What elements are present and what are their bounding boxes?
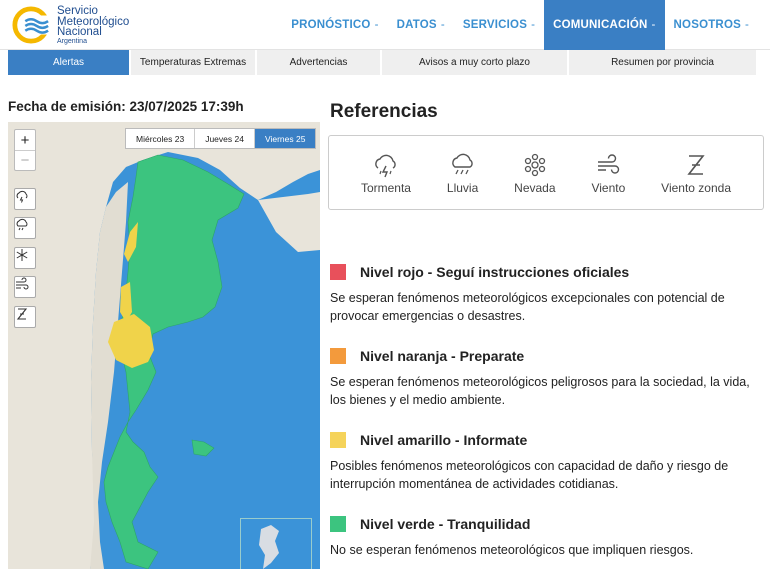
section-tabs: Alertas Temperaturas Extremas Advertenci… bbox=[8, 50, 756, 75]
red-swatch bbox=[330, 264, 346, 280]
uruguay-brazil-land bbox=[258, 192, 320, 252]
reference-label: Tormenta bbox=[360, 181, 411, 195]
nav-label: DATOS bbox=[396, 19, 437, 31]
references-title: Referencias bbox=[330, 101, 438, 122]
nav-label: SERVICIOS bbox=[462, 19, 528, 31]
wind-icon bbox=[16, 277, 29, 290]
layer-snow-button[interactable] bbox=[14, 247, 36, 269]
nav-nosotros[interactable]: NOSOTROS - bbox=[665, 0, 758, 50]
storm-icon bbox=[16, 190, 28, 203]
zoom-in-button[interactable]: + bbox=[15, 130, 35, 150]
level-title: Nivel verde - Tranquilidad bbox=[360, 516, 531, 532]
level-description: Se esperan fenómenos meteorológicos peli… bbox=[330, 375, 750, 407]
level-header: Nivel amarillo - Informate bbox=[330, 432, 760, 448]
reference-label: Lluvia bbox=[446, 181, 479, 195]
map-canvas[interactable] bbox=[8, 122, 320, 569]
level-amarillo: Nivel amarillo - Informate Posibles fenó… bbox=[330, 432, 760, 493]
rain-icon bbox=[16, 218, 28, 231]
nav-label: NOSOTROS bbox=[673, 19, 741, 31]
smn-logo-icon bbox=[12, 6, 50, 44]
zoom-control: + − bbox=[14, 129, 36, 171]
reference-tormenta: Tormenta bbox=[361, 136, 411, 209]
layer-rain-button[interactable] bbox=[14, 217, 36, 239]
zonda-wind-icon bbox=[687, 155, 705, 175]
level-rojo: Nivel rojo - Seguí instrucciones oficial… bbox=[330, 264, 760, 325]
logo-line-1: Servicio bbox=[57, 5, 98, 17]
antarctica-inset-map bbox=[241, 519, 311, 569]
level-description: Posibles fenómenos meteorológicos con ca… bbox=[330, 459, 729, 491]
level-verde: Nivel verde - Tranquilidad No se esperan… bbox=[330, 516, 760, 559]
storm-icon bbox=[375, 154, 396, 178]
logo-line-3: Nacional bbox=[57, 26, 102, 38]
reference-viento-zonda: Viento zonda bbox=[661, 136, 731, 209]
tab-resumen-provincia[interactable]: Resumen por provincia bbox=[569, 50, 756, 75]
smn-logo[interactable]: Servicio Meteorológico Nacional Argentin… bbox=[10, 4, 140, 46]
level-header: Nivel rojo - Seguí instrucciones oficial… bbox=[330, 264, 760, 280]
level-description: Se esperan fenómenos meteorológicos exce… bbox=[330, 291, 725, 323]
alert-map[interactable]: + − Miércoles 23 Jueves 24 Viernes 25 bbox=[8, 122, 320, 569]
level-naranja: Nivel naranja - Preparate Se esperan fen… bbox=[330, 348, 760, 409]
tab-temperaturas-extremas[interactable]: Temperaturas Extremas bbox=[131, 50, 257, 75]
tab-advertencias[interactable]: Advertencias bbox=[257, 50, 382, 75]
snow-icon bbox=[524, 153, 545, 177]
day-selector: Miércoles 23 Jueves 24 Viernes 25 bbox=[125, 128, 317, 149]
reference-label: Viento bbox=[591, 181, 626, 195]
rain-icon bbox=[451, 153, 473, 175]
nav-label: PRONÓSTICO bbox=[291, 19, 371, 31]
reference-nevada: Nevada bbox=[514, 136, 556, 209]
tab-avisos-corto-plazo[interactable]: Avisos a muy corto plazo bbox=[382, 50, 569, 75]
day-tab-miercoles[interactable]: Miércoles 23 bbox=[126, 129, 196, 148]
main-nav: PRONÓSTICO - DATOS - SERVICIOS - COMUNICACI… bbox=[282, 0, 758, 50]
day-tab-viernes[interactable]: Viernes 25 bbox=[254, 129, 316, 148]
logo-text: Servicio Meteorológico Nacional Argentin… bbox=[57, 6, 129, 46]
nav-caret: - bbox=[374, 19, 379, 31]
nav-label: COMUNICACIÓN bbox=[553, 19, 648, 31]
nav-pronostico[interactable]: PRONÓSTICO - bbox=[282, 0, 387, 50]
nav-comunicacion[interactable]: COMUNICACIÓN - bbox=[544, 0, 665, 50]
level-header: Nivel naranja - Preparate bbox=[330, 348, 760, 364]
wind-icon bbox=[598, 154, 620, 174]
reference-lluvia: Lluvia bbox=[447, 136, 478, 209]
zoom-out-button[interactable]: − bbox=[15, 150, 35, 170]
day-tab-jueves[interactable]: Jueves 24 bbox=[195, 129, 255, 148]
green-swatch bbox=[330, 516, 346, 532]
level-description: No se esperan fenómenos meteorológicos q… bbox=[330, 543, 694, 557]
nav-caret: - bbox=[651, 19, 656, 31]
level-title: Nivel amarillo - Informate bbox=[360, 432, 528, 448]
orange-swatch bbox=[330, 348, 346, 364]
nav-datos[interactable]: DATOS - bbox=[388, 0, 454, 50]
level-header: Nivel verde - Tranquilidad bbox=[330, 516, 760, 532]
antarctica-inset bbox=[240, 518, 312, 569]
malvinas-islands bbox=[191, 439, 215, 457]
references-box: Tormenta Lluvia Nevada Viento Viento zon… bbox=[328, 135, 764, 210]
reference-label: Viento zonda bbox=[661, 181, 731, 195]
reference-label: Nevada bbox=[514, 181, 556, 195]
layer-zonda-button[interactable] bbox=[14, 306, 36, 328]
layer-wind-button[interactable] bbox=[14, 276, 36, 298]
nav-caret: - bbox=[440, 19, 445, 31]
nav-caret: - bbox=[744, 19, 749, 31]
zonda-wind-icon bbox=[16, 308, 28, 320]
tab-alertas[interactable]: Alertas bbox=[8, 50, 131, 75]
emission-date: Fecha de emisión: 23/07/2025 17:39h bbox=[8, 99, 244, 114]
level-title: Nivel naranja - Preparate bbox=[360, 348, 525, 364]
site-header: Servicio Meteorológico Nacional Argentin… bbox=[0, 0, 770, 50]
logo-line-4: Argentina bbox=[57, 37, 87, 45]
nav-caret: - bbox=[531, 19, 536, 31]
level-title: Nivel rojo - Seguí instrucciones oficial… bbox=[360, 264, 630, 280]
yellow-swatch bbox=[330, 432, 346, 448]
snow-icon bbox=[16, 249, 28, 261]
layer-storm-button[interactable] bbox=[14, 188, 36, 210]
nav-servicios[interactable]: SERVICIOS - bbox=[454, 0, 544, 50]
reference-viento: Viento bbox=[591, 136, 625, 209]
